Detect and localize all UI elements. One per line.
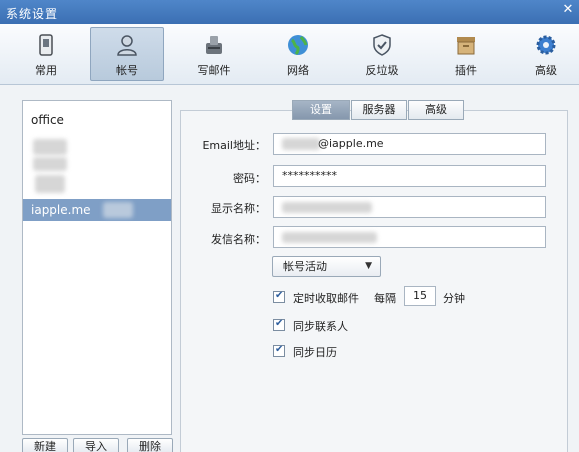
password-field[interactable]: **********	[273, 165, 546, 187]
account-settings-panel	[180, 110, 568, 452]
compose-icon	[206, 36, 222, 54]
redacted-account	[35, 175, 65, 193]
display-name-field[interactable]	[273, 196, 546, 218]
toolbar-label-compose: 写邮件	[197, 64, 231, 77]
phone-icon	[39, 34, 53, 56]
account-item-iapple[interactable]: iapple.me	[23, 199, 171, 221]
redacted-account	[33, 139, 67, 155]
delete-account-button[interactable]: 删除	[127, 438, 173, 452]
account-status-select[interactable]: 帐号活动 ▼	[272, 256, 381, 277]
account-list[interactable]: office iapple.me	[22, 100, 172, 435]
toolbar-item-advanced[interactable]: 高级	[510, 28, 579, 80]
new-account-button[interactable]: 新建	[22, 438, 68, 452]
sync-contacts-checkbox[interactable]: ✔	[273, 318, 285, 331]
user-icon	[117, 35, 137, 56]
window-title: 系统设置	[6, 7, 59, 21]
toolbar-label-antispam: 反垃圾	[365, 64, 399, 77]
toolbar-label-network: 网络	[287, 64, 309, 77]
toolbar-label-advanced: 高级	[535, 64, 557, 77]
gear-icon	[536, 35, 556, 55]
display-name-label: 显示名称：	[211, 202, 266, 215]
sync-calendar-checkbox[interactable]: ✔	[273, 344, 285, 357]
sender-name-label: 发信名称：	[211, 233, 266, 246]
auto-fetch-label: 定时收取邮件	[293, 292, 359, 305]
email-field[interactable]: @iapple.me	[273, 133, 546, 155]
import-account-button[interactable]: 导入	[73, 438, 119, 452]
toolbar-item-plugins[interactable]: 插件	[430, 28, 502, 80]
toolbar-item-antispam[interactable]: 反垃圾	[346, 28, 418, 80]
redacted-sender-name	[282, 232, 377, 243]
account-item-office[interactable]: office	[23, 109, 171, 131]
checkmark-icon: ✔	[275, 290, 284, 301]
close-button[interactable]: ✕	[561, 3, 575, 17]
checkmark-icon: ✔	[275, 318, 284, 329]
plugin-box-icon	[457, 37, 475, 55]
email-label: Email地址：	[202, 139, 266, 152]
checkmark-icon: ✔	[275, 344, 284, 355]
redacted-email-user	[282, 138, 320, 150]
account-status-value: 帐号活动	[283, 260, 327, 273]
fetch-interval-input[interactable]: 15	[404, 286, 436, 306]
toolbar-label-plugins: 插件	[455, 64, 477, 77]
toolbar-item-account[interactable]: 帐号	[90, 27, 164, 81]
chevron-down-icon: ▼	[365, 261, 372, 271]
settings-window: 系统设置 ✕ 常用 帐号 写邮件 网络 反垃圾 插件 高级 office iap…	[0, 0, 579, 452]
password-label: 密码：	[233, 172, 266, 185]
toolbar-item-compose[interactable]: 写邮件	[178, 28, 250, 80]
redacted-account	[33, 157, 67, 171]
minutes-label: 分钟	[443, 292, 465, 305]
title-bar: 系统设置 ✕	[0, 0, 579, 24]
tab-settings[interactable]: 设置	[292, 100, 350, 120]
sync-calendar-label: 同步日历	[293, 346, 337, 359]
tab-advanced[interactable]: 高级	[408, 100, 464, 120]
redacted-account	[103, 202, 133, 218]
sender-name-field[interactable]	[273, 226, 546, 248]
toolbar-label-account: 帐号	[116, 64, 138, 77]
sync-contacts-label: 同步联系人	[293, 320, 348, 333]
shield-icon	[373, 34, 391, 56]
every-label: 每隔	[374, 292, 396, 305]
redacted-display-name	[282, 202, 372, 213]
auto-fetch-checkbox[interactable]: ✔	[273, 290, 285, 303]
globe-icon	[288, 35, 308, 56]
toolbar-label-common: 常用	[35, 64, 57, 77]
toolbar-item-network[interactable]: 网络	[262, 28, 334, 80]
toolbar-item-common[interactable]: 常用	[10, 28, 82, 80]
account-item-label: iapple.me	[31, 203, 91, 217]
email-domain-text: @iapple.me	[318, 137, 384, 150]
tab-server[interactable]: 服务器	[351, 100, 407, 120]
settings-toolbar: 常用 帐号 写邮件 网络 反垃圾 插件 高级	[0, 24, 579, 85]
